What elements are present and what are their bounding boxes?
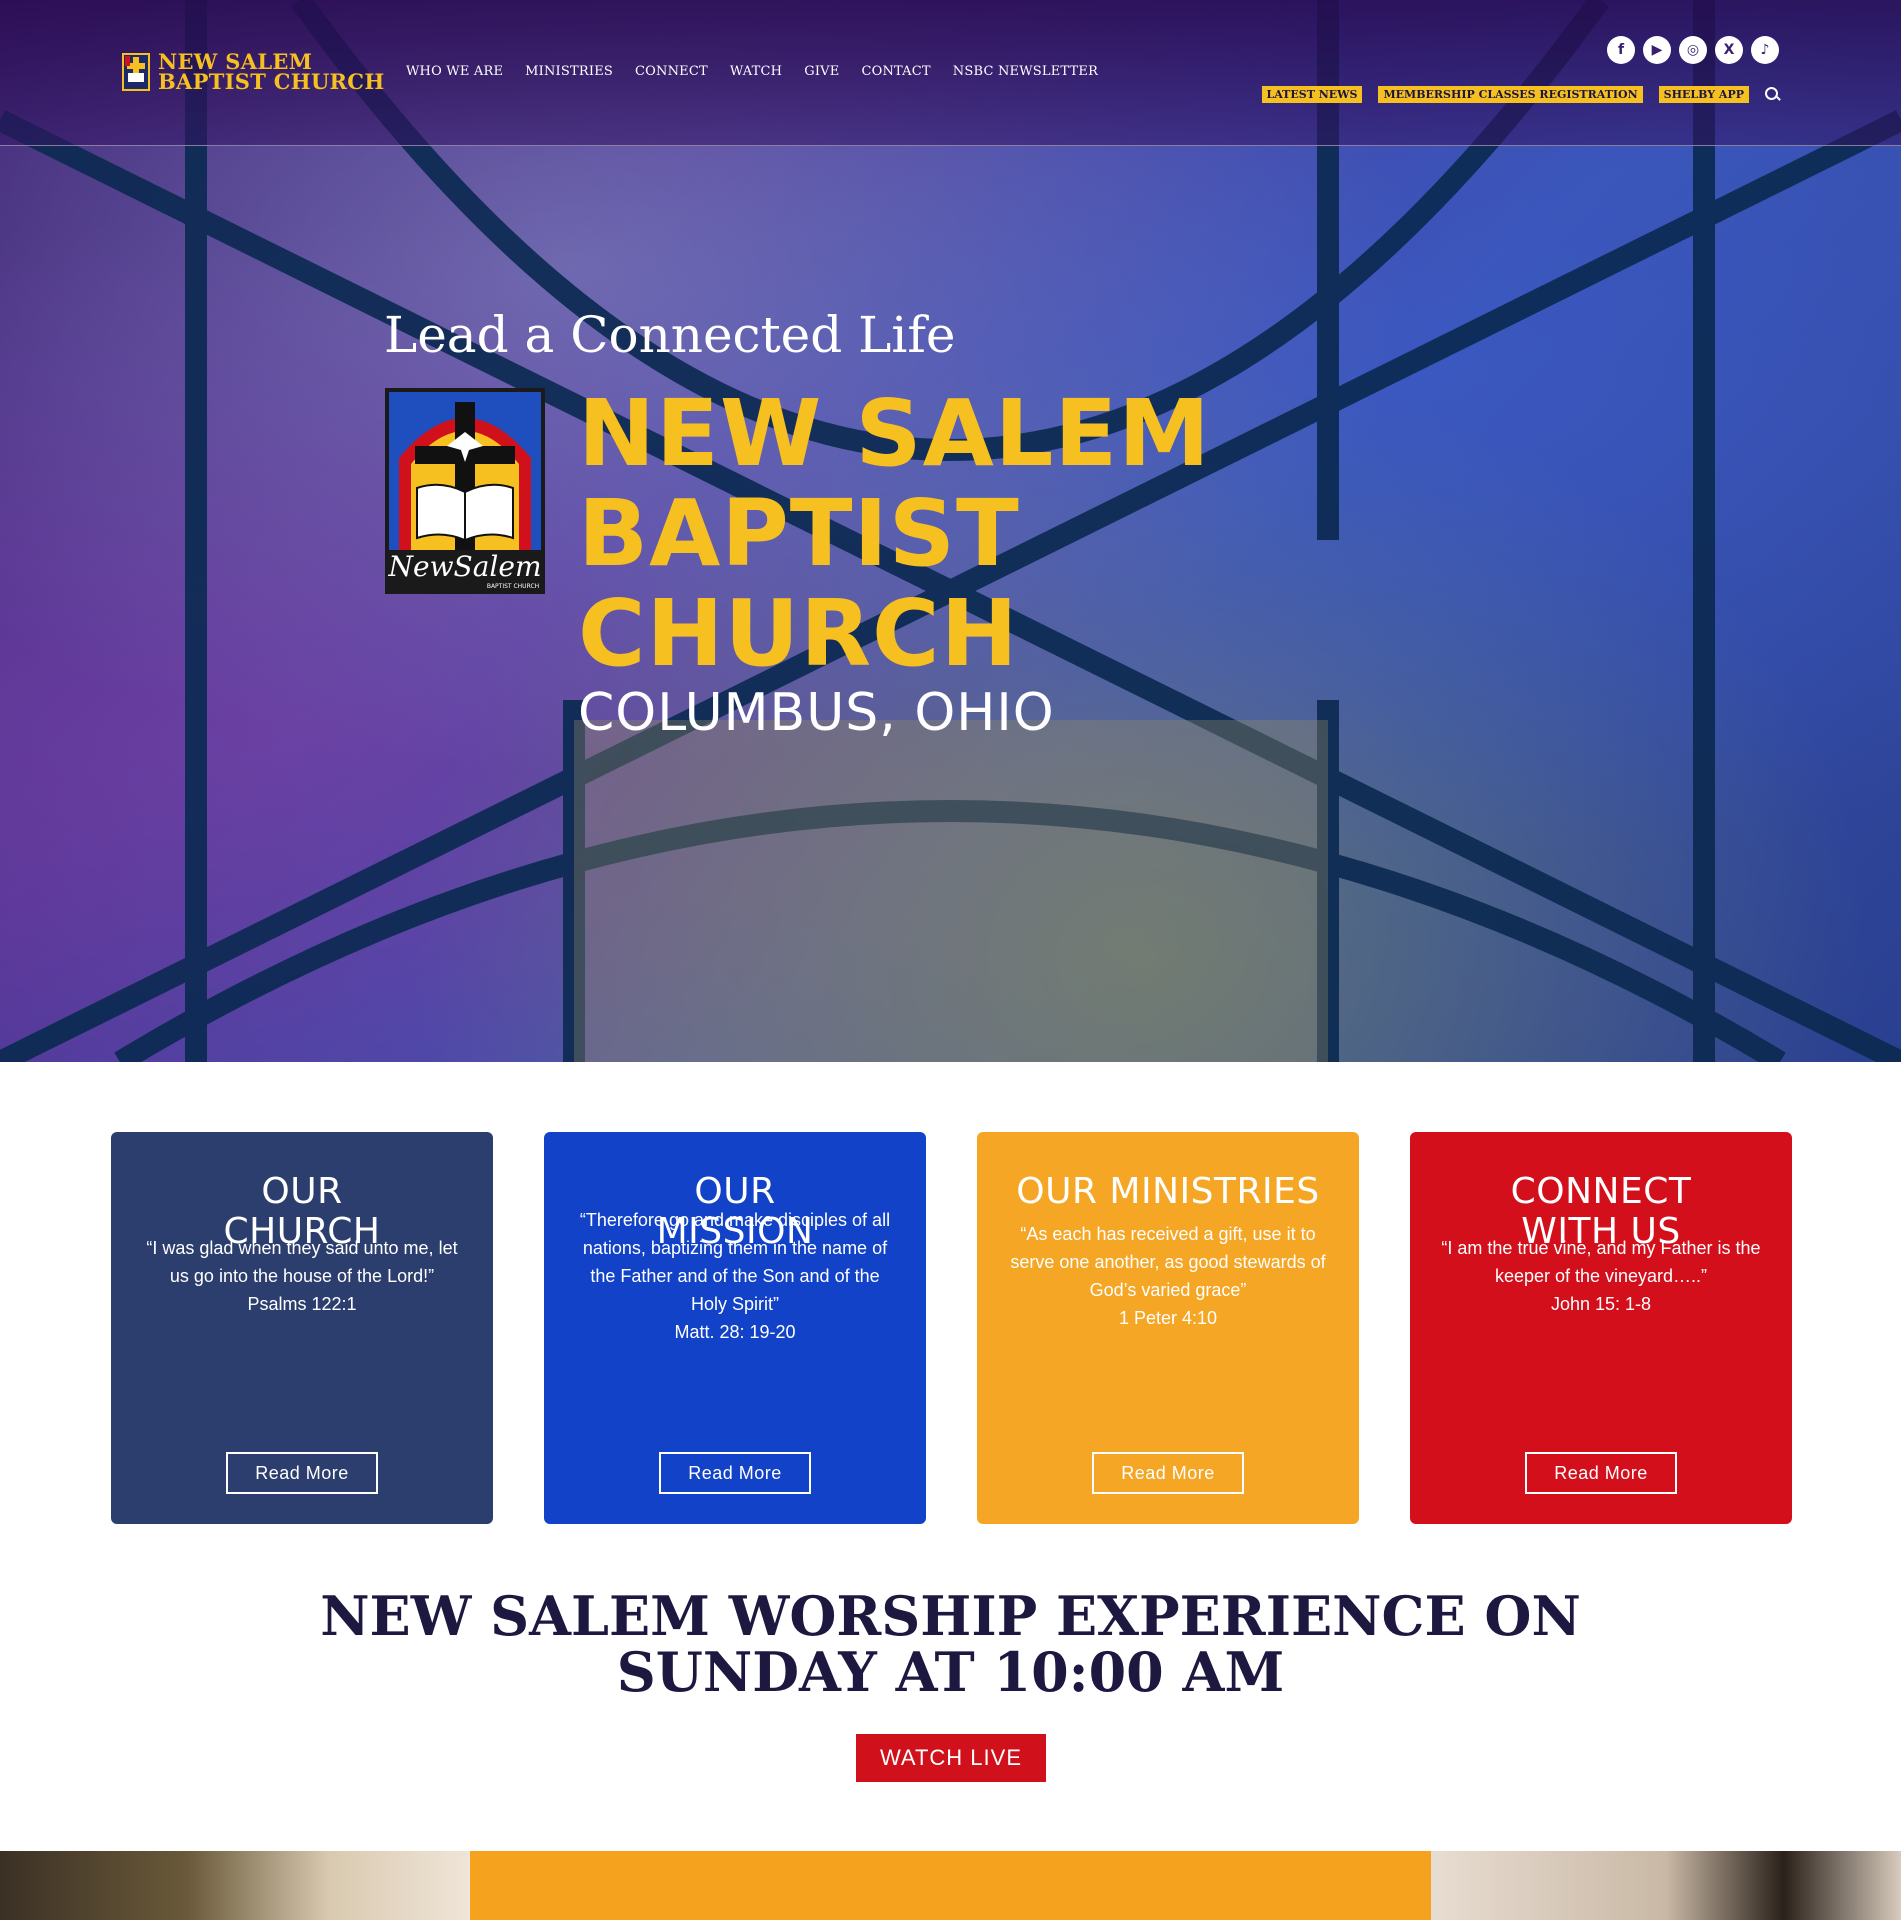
bottom-feature-strip — [0, 1851, 1901, 1920]
card-reference: Matt. 28: 19-20 — [674, 1322, 796, 1342]
church-emblem: NewSalem BAPTIST CHURCH — [385, 388, 545, 594]
nav-newsletter[interactable]: NSBC NEWSLETTER — [953, 64, 1098, 79]
card-quote-block: “Therefore go and make disciples of all … — [572, 1132, 898, 1420]
nav-who-we-are[interactable]: WHO WE ARE — [406, 64, 503, 79]
hero-section: NEW SALEM BAPTIST CHURCH WHO WE ARE MINI… — [0, 0, 1901, 1062]
card-quote-block: “I was glad when they said unto me, let … — [139, 1132, 465, 1420]
worship-heading: NEW SALEM WORSHIP EXPERIENCE ON SUNDAY A… — [0, 1588, 1901, 1700]
card-quote: “I was glad when they said unto me, let … — [146, 1238, 458, 1286]
latest-news-link[interactable]: LATEST NEWS — [1261, 86, 1363, 103]
read-more-button[interactable]: Read More — [659, 1452, 811, 1494]
right-photo — [1431, 1851, 1901, 1920]
nav-ministries[interactable]: MINISTRIES — [525, 64, 613, 79]
card-connect-with-us: CONNECT WITH US “I am the true vine, and… — [1410, 1132, 1792, 1524]
card-quote: “I am the true vine, and my Father is th… — [1441, 1238, 1761, 1286]
card-reference: 1 Peter 4:10 — [1118, 1308, 1218, 1328]
left-photo — [0, 1851, 470, 1920]
read-more-button[interactable]: Read More — [1092, 1452, 1244, 1494]
quick-links: LATEST NEWS MEMBERSHIP CLASSES REGISTRAT… — [1261, 86, 1781, 103]
logo-wordmark: NEW SALEM BAPTIST CHURCH — [158, 51, 385, 94]
shelby-app-link[interactable]: SHELBY APP — [1658, 86, 1749, 103]
card-our-church: OUR CHURCH “I was glad when they said un… — [111, 1132, 493, 1524]
worship-line-1: NEW SALEM WORSHIP EXPERIENCE ON — [320, 1584, 1581, 1648]
emblem-subtext: BAPTIST CHURCH — [487, 583, 539, 590]
nav-connect[interactable]: CONNECT — [635, 64, 708, 79]
hero-tagline: Lead a Connected Life — [384, 306, 956, 364]
instagram-icon[interactable]: ◎ — [1679, 36, 1707, 64]
center-panel — [470, 1851, 1431, 1920]
church-logo-icon — [122, 53, 150, 91]
hero-title: NEW SALEM BAPTIST CHURCH — [578, 384, 1211, 684]
card-our-mission: OUR MISSION “Therefore go and make disci… — [544, 1132, 926, 1524]
read-more-button[interactable]: Read More — [226, 1452, 378, 1494]
card-our-ministries: OUR MINISTRIES “As each has received a g… — [977, 1132, 1359, 1524]
site-logo[interactable]: NEW SALEM BAPTIST CHURCH — [122, 51, 385, 94]
read-more-button[interactable]: Read More — [1525, 1452, 1677, 1494]
membership-classes-link[interactable]: MEMBERSHIP CLASSES REGISTRATION — [1378, 86, 1643, 103]
card-quote: “As each has received a gift, use it to … — [1010, 1224, 1326, 1300]
nav-watch[interactable]: WATCH — [730, 64, 782, 79]
hero-city: COLUMBUS, OHIO — [578, 683, 1055, 743]
youtube-icon[interactable]: ▶ — [1643, 36, 1671, 64]
facebook-icon[interactable]: f — [1607, 36, 1635, 64]
hero-title-line-2: BAPTIST — [578, 480, 1020, 587]
watch-live-button[interactable]: WATCH LIVE — [856, 1734, 1046, 1782]
hero-title-line-3: CHURCH — [578, 580, 1019, 687]
nav-contact[interactable]: CONTACT — [861, 64, 930, 79]
social-links: f ▶ ◎ X ♪ — [1607, 36, 1779, 64]
emblem-script: NewSalem — [388, 550, 542, 583]
search-icon[interactable] — [1765, 86, 1781, 103]
card-quote-block: “I am the true vine, and my Father is th… — [1438, 1132, 1764, 1420]
feature-cards: OUR CHURCH “I was glad when they said un… — [111, 1132, 1792, 1524]
card-reference: John 15: 1-8 — [1550, 1294, 1652, 1314]
card-quote: “Therefore go and make disciples of all … — [579, 1210, 891, 1314]
card-quote-block: “As each has received a gift, use it to … — [1005, 1132, 1331, 1420]
logo-line-2: BAPTIST CHURCH — [158, 69, 385, 94]
card-reference: Psalms 122:1 — [247, 1294, 357, 1314]
nav-give[interactable]: GIVE — [804, 64, 839, 79]
hero-title-line-1: NEW SALEM — [578, 380, 1211, 487]
worship-line-2: SUNDAY AT 10:00 AM — [616, 1640, 1285, 1704]
main-navigation: WHO WE ARE MINISTRIES CONNECT WATCH GIVE… — [406, 64, 1120, 79]
tiktok-icon[interactable]: ♪ — [1751, 36, 1779, 64]
x-icon[interactable]: X — [1715, 36, 1743, 64]
